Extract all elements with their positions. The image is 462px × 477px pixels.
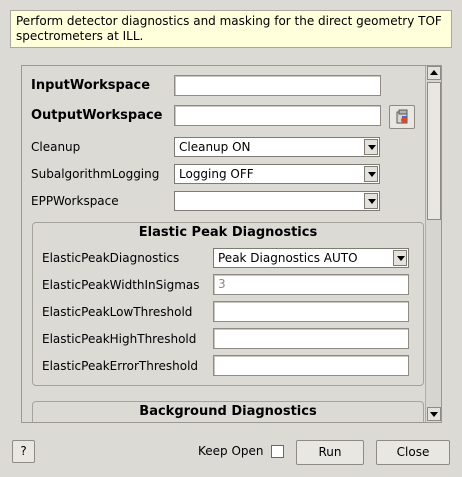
elastic-peak-width-field[interactable]: 3 (213, 274, 409, 295)
elastic-peak-low-threshold-field[interactable] (213, 301, 409, 322)
background-diagnostics-title: Background Diagnostics (139, 404, 317, 419)
cleanup-label: Cleanup (31, 140, 81, 154)
chevron-down-icon (364, 193, 378, 209)
elastic-peak-diagnostics-title: Elastic Peak Diagnostics (138, 225, 318, 240)
epp-workspace-dropdown[interactable] (174, 191, 380, 211)
elastic-peak-diagnostics-value: Peak Diagnostics AUTO (218, 251, 358, 265)
elastic-peak-high-threshold-field[interactable] (213, 328, 409, 349)
properties-panel: InputWorkspace OutputWorkspace Cleanup C… (22, 66, 424, 422)
elastic-peak-diagnostics-group: Elastic Peak Diagnostics ElasticPeakDiag… (32, 222, 424, 386)
epp-workspace-label: EPPWorkspace (31, 194, 119, 208)
browse-workspace-button[interactable] (389, 105, 415, 129)
background-diagnostics-group: Background Diagnostics (32, 401, 424, 422)
vertical-scrollbar[interactable] (425, 66, 441, 422)
elastic-peak-error-threshold-label: ElasticPeakErrorThreshold (42, 359, 199, 373)
scrollbar-thumb[interactable] (427, 82, 441, 220)
subalgorithm-logging-dropdown[interactable]: Logging OFF (174, 164, 380, 184)
subalgorithm-logging-value: Logging OFF (179, 167, 254, 181)
elastic-peak-width-label: ElasticPeakWidthInSigmas (42, 278, 200, 292)
elastic-peak-low-threshold-label: ElasticPeakLowThreshold (42, 305, 193, 319)
folder-icon (396, 109, 408, 124)
cleanup-dropdown[interactable]: Cleanup ON (174, 137, 380, 157)
keep-open-label: Keep Open (198, 444, 264, 458)
elastic-peak-error-threshold-field[interactable] (213, 355, 409, 376)
subalgorithm-logging-label: SubalgorithmLogging (31, 167, 160, 181)
close-button[interactable]: Close (376, 440, 450, 465)
output-workspace-field[interactable] (174, 105, 381, 126)
chevron-down-icon (364, 139, 378, 155)
chevron-down-icon (364, 166, 378, 182)
elastic-peak-high-threshold-label: ElasticPeakHighThreshold (42, 332, 197, 346)
elastic-peak-diagnostics-dropdown[interactable]: Peak Diagnostics AUTO (213, 248, 409, 268)
help-button[interactable]: ? (12, 440, 35, 463)
elastic-peak-diagnostics-label: ElasticPeakDiagnostics (42, 251, 180, 265)
input-workspace-label: InputWorkspace (31, 78, 151, 93)
input-workspace-field[interactable] (174, 75, 381, 96)
chevron-down-icon (393, 250, 407, 266)
scroll-down-icon[interactable] (427, 407, 441, 421)
output-workspace-label: OutputWorkspace (31, 108, 163, 123)
keep-open-checkbox[interactable] (271, 445, 284, 458)
cleanup-value: Cleanup ON (179, 140, 251, 154)
properties-scroll-area[interactable]: InputWorkspace OutputWorkspace Cleanup C… (21, 65, 442, 423)
scroll-up-icon[interactable] (427, 66, 441, 80)
run-button[interactable]: Run (296, 440, 364, 465)
algorithm-description: Perform detector diagnostics and masking… (10, 10, 452, 48)
